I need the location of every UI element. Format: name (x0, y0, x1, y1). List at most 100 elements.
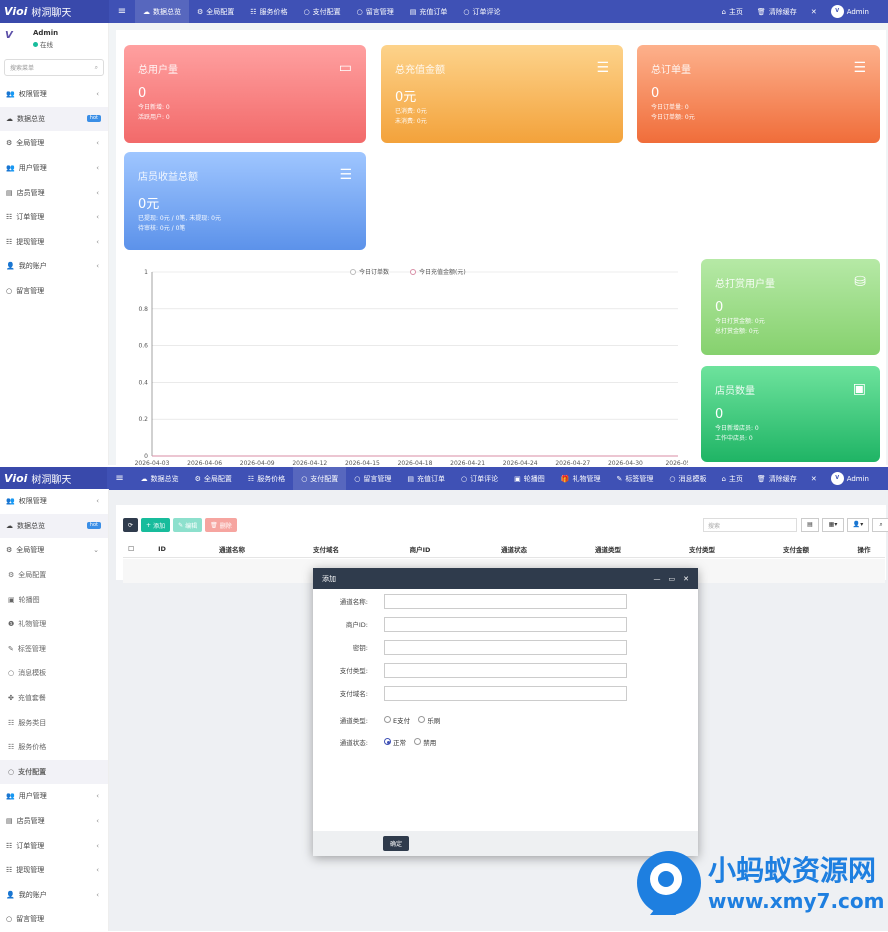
toggle-view-icon[interactable]: ▤ (801, 518, 819, 532)
columns-icon[interactable]: ▦▾ (822, 518, 844, 532)
nav-item[interactable]: ☁ 数据总览 (135, 0, 189, 23)
sidebar-item[interactable]: ▤ 店员管理 ‹ (0, 180, 108, 205)
radio-disabled[interactable]: 禁用 (414, 737, 436, 747)
sidebar-item[interactable]: ○ 留言管理 (0, 279, 108, 304)
sidebar-item[interactable]: ☷ 订单管理 ‹ (0, 205, 108, 230)
sidebar-item[interactable]: 👥 用户管理 ‹ (0, 156, 108, 181)
nav-item[interactable]: ▣ 轮播图 (506, 467, 553, 490)
sidebar-item[interactable]: ⚙ 全局管理 ⌄ (0, 538, 108, 563)
sidebar-item[interactable]: ○ 留言管理 (0, 907, 108, 932)
confirm-button[interactable]: 确定 (383, 836, 410, 851)
app-logo-2[interactable]: Vioi 树洞聊天 (0, 467, 107, 490)
stat-line: 工作中店员: 0 (715, 435, 753, 442)
sidebar-item[interactable]: ☷ 服务类目 (0, 710, 108, 735)
nav-item[interactable]: ⚙ 全局配置 (187, 467, 240, 490)
sidebar-item[interactable]: ○ 消息模板 (0, 661, 108, 686)
column-header[interactable]: 商户ID (373, 544, 467, 554)
y-tick-label: 1 (144, 269, 148, 276)
sidebar-item[interactable]: ▤ 店员管理 ‹ (0, 809, 108, 834)
sidebar-item[interactable]: ☷ 服务价格 (0, 735, 108, 760)
sidebar-item[interactable]: 👤 我的账户 ‹ (0, 254, 108, 279)
nav-item[interactable]: ○ 支付配置 (293, 467, 347, 490)
form-input[interactable] (384, 616, 627, 632)
menu-toggle-icon[interactable]: ≡ (107, 473, 133, 484)
sidebar-item[interactable]: ☁ 数据总览 hot (0, 513, 108, 539)
menu-search-input[interactable]: 搜索菜单 ⌕ (4, 59, 104, 76)
sidebar-item[interactable]: ☷ 订单管理 ‹ (0, 833, 108, 858)
nav-item[interactable]: ☁ 数据总览 (133, 467, 187, 490)
column-header[interactable]: 操作 (843, 544, 885, 554)
column-header[interactable]: 支付类型 (655, 544, 749, 554)
home-link-2[interactable]: ⌂ 主页 (714, 474, 749, 484)
column-header[interactable]: 通道类型 (561, 544, 655, 554)
nav-item[interactable]: ⚙ 全局配置 (189, 0, 242, 23)
sidebar-item[interactable]: ❶ 礼物管理 (0, 612, 108, 637)
nav-item[interactable]: ○ 订单评论 (453, 467, 506, 490)
column-header[interactable]: 通道名称 (185, 544, 279, 554)
sidebar-icon: ☷ (6, 841, 13, 850)
clear-cache-button[interactable]: 🗑 清除缓存 (750, 7, 804, 17)
stat-card: 店员收益总额 0元 已提现: 0元 / 0笔, 未提现: 0元 待审核: 0元 / 0… (124, 152, 366, 250)
column-header[interactable]: 支付金额 (749, 544, 843, 554)
refresh-button[interactable]: ⟳ (123, 518, 139, 532)
sidebar-item[interactable]: ☷ 提现管理 ‹ (0, 230, 108, 255)
column-header[interactable]: 支付域名 (279, 544, 373, 554)
nav-item[interactable]: ☷ 服务价格 (242, 0, 295, 23)
menu-toggle-icon[interactable]: ≡ (109, 6, 135, 17)
fullscreen-icon-2[interactable]: ✕ (804, 475, 824, 483)
sidebar-item[interactable]: 👤 我的账户 ‹ (0, 883, 108, 908)
select-all-checkbox[interactable]: ☐ (123, 545, 139, 553)
sidebar-item[interactable]: ▣ 轮播图 (0, 587, 108, 612)
sidebar-item[interactable]: ⚙ 全局配置 (0, 563, 108, 588)
sidebar-item[interactable]: 👥 权限管理 ‹ (0, 489, 108, 514)
nav-item[interactable]: 🎁 礼物管理 (553, 467, 609, 490)
app-logo[interactable]: Vioi 树洞聊天 (0, 0, 109, 23)
user-menu-2[interactable]: V Admin (824, 472, 876, 485)
sidebar-item[interactable]: ☁ 数据总览 hot (0, 106, 108, 132)
form-input[interactable] (384, 593, 627, 609)
sidebar-icon: ☁ (6, 114, 13, 123)
nav-item[interactable]: ▤ 充值订单 (402, 0, 456, 23)
form-row: 商户ID: (313, 616, 698, 632)
sidebar-icon: ☷ (8, 743, 15, 752)
radio-leshua[interactable]: 乐刷 (418, 715, 440, 725)
column-header[interactable]: 通道状态 (467, 544, 561, 554)
close-icon[interactable]: ✕ (683, 575, 689, 583)
nav-item[interactable]: ○ 订单评论 (455, 0, 508, 23)
chevron-icon: ⌄ (93, 546, 99, 555)
nav-icon: ○ (356, 7, 363, 16)
form-input[interactable] (384, 685, 627, 701)
radio-normal[interactable]: 正常 (384, 737, 406, 747)
edit-button[interactable]: ✎ 编辑 (173, 518, 203, 532)
table-search-input[interactable]: 搜索 (703, 518, 797, 532)
delete-button[interactable]: 🗑 删除 (205, 518, 237, 532)
nav-item[interactable]: ○ 留言管理 (349, 0, 402, 23)
home-link[interactable]: ⌂ 主页 (714, 7, 749, 17)
form-input[interactable] (384, 639, 627, 655)
column-header[interactable]: ID (139, 545, 185, 553)
clear-cache-button-2[interactable]: 🗑 清除缓存 (750, 474, 804, 484)
export-icon[interactable]: 👤▾ (847, 518, 869, 532)
add-button[interactable]: + 添加 (141, 518, 171, 532)
fullscreen-icon[interactable]: ✕ (804, 8, 824, 16)
sidebar-item[interactable]: ✎ 标签管理 (0, 637, 108, 662)
nav-item[interactable]: ○ 消息模板 (661, 467, 714, 490)
search-icon[interactable]: ⌕ (872, 518, 888, 532)
user-menu[interactable]: V Admin (824, 5, 876, 18)
nav-item[interactable]: ▤ 充值订单 (399, 467, 453, 490)
sidebar-item[interactable]: ✤ 充值套餐 (0, 686, 108, 711)
form-input[interactable] (384, 662, 627, 678)
nav-item[interactable]: ○ 留言管理 (346, 467, 399, 490)
nav-item[interactable]: ☷ 服务价格 (240, 467, 293, 490)
sidebar-item[interactable]: ○ 支付配置 (0, 759, 108, 785)
radio-epay[interactable]: E支付 (384, 715, 410, 725)
sidebar-item[interactable]: ☷ 提现管理 ‹ (0, 858, 108, 883)
sidebar-item[interactable]: 👥 权限管理 ‹ (0, 82, 108, 107)
nav-icon: ○ (354, 474, 361, 483)
maximize-icon[interactable]: ▭ (669, 575, 676, 583)
minimize-icon[interactable]: — (654, 575, 661, 583)
sidebar-item[interactable]: ⚙ 全局管理 ‹ (0, 131, 108, 156)
nav-item[interactable]: ○ 支付配置 (296, 0, 349, 23)
nav-item[interactable]: ✎ 标签管理 (608, 467, 661, 490)
sidebar-item[interactable]: 👥 用户管理 ‹ (0, 784, 108, 809)
